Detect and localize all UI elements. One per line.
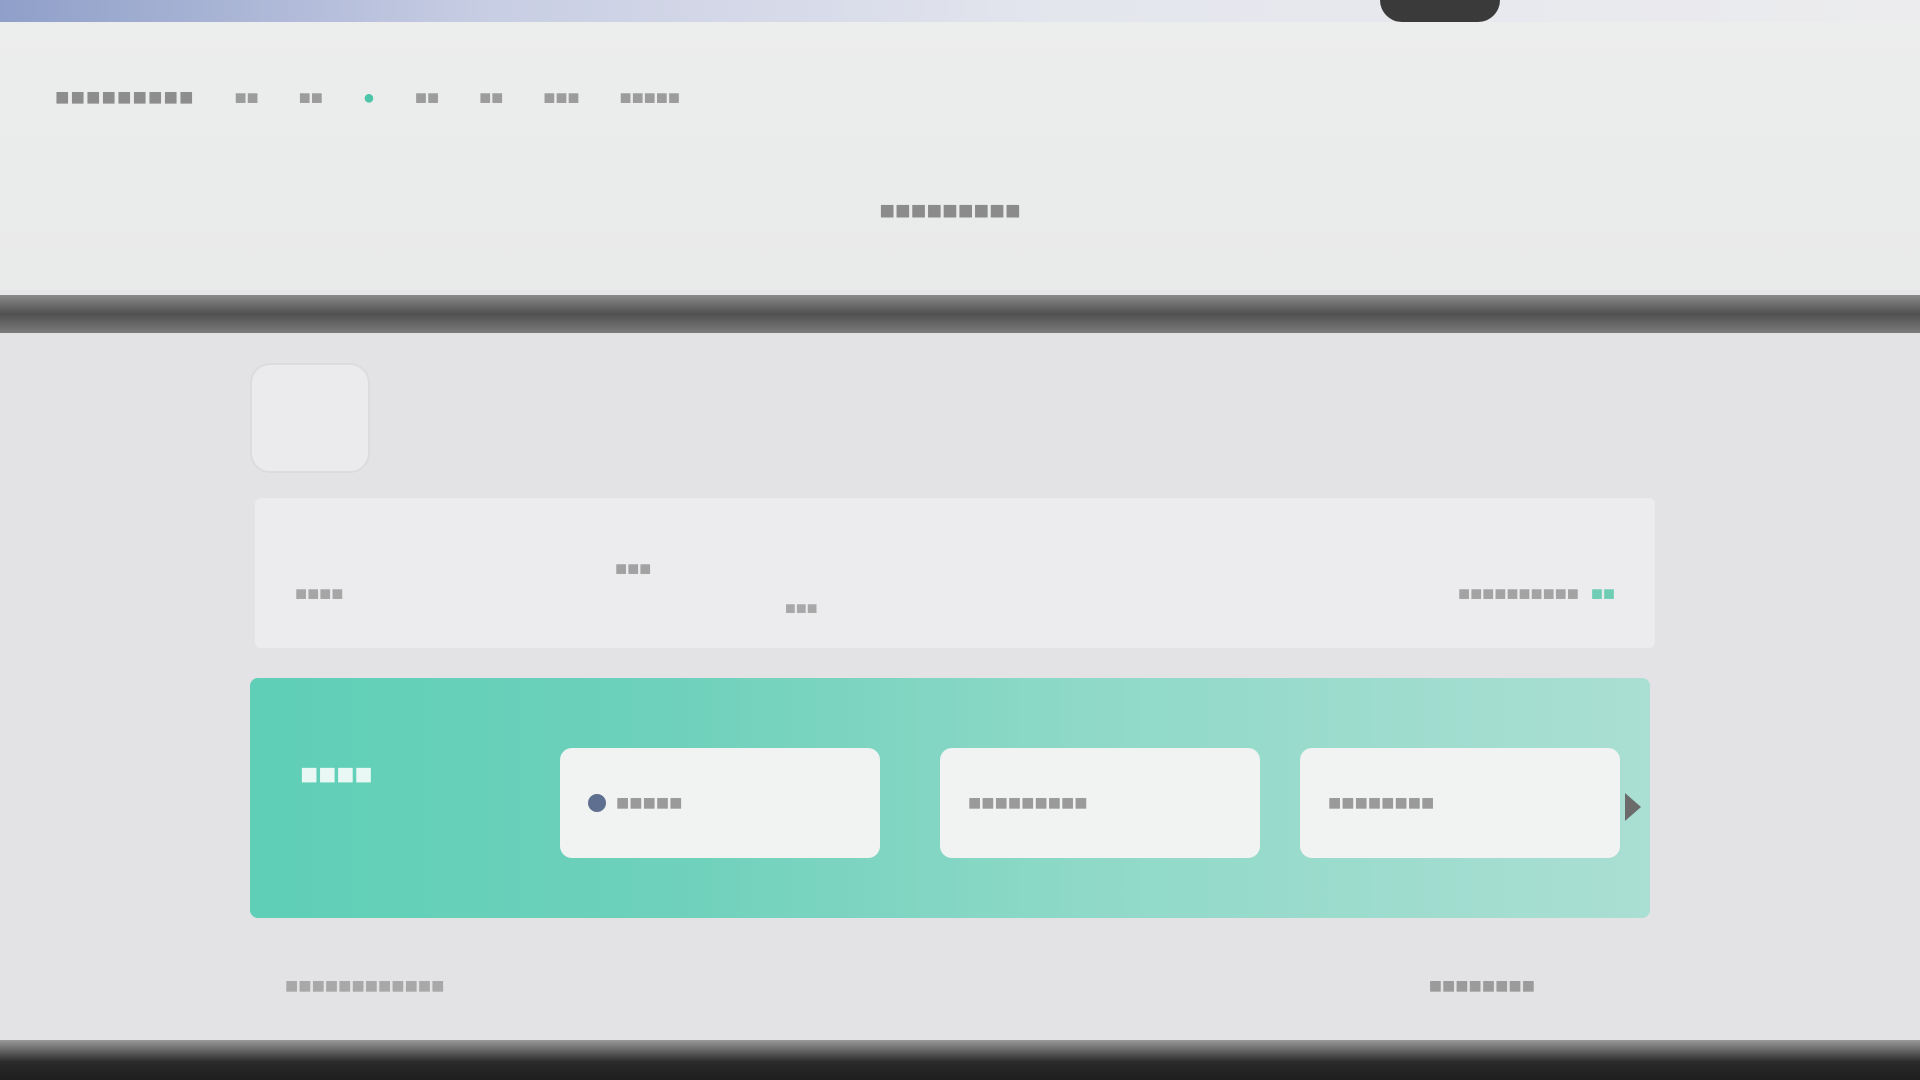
section-divider (0, 295, 1920, 333)
profile-header-card: ■■■■ ■■■ ■■■ ■■■■■■■■■■ ■■ (255, 498, 1655, 648)
nav-item-2[interactable]: ■■ (299, 87, 323, 110)
header-right-group: ■■■■■■■■■■ ■■ (1458, 583, 1615, 606)
nav-item-7[interactable]: ■■■■■ (620, 87, 680, 110)
search-field-1[interactable]: ■■■■■ (560, 748, 880, 858)
header-mid-text-2: ■■■ (785, 598, 818, 618)
top-navigation-bar: ■■■■■■■■■ ■■ ■■ ● ■■ ■■ ■■■ ■■■■■ ■■■■■■… (0, 0, 1920, 290)
search-field-1-text: ■■■■■ (616, 790, 683, 815)
search-field-3[interactable]: ■■■■■■■■ (1300, 748, 1620, 858)
search-field-3-text: ■■■■■■■■ (1328, 790, 1435, 815)
search-field-2[interactable]: ■■■■■■■■■ (940, 748, 1260, 858)
nav-item-1[interactable]: ■■ (234, 87, 258, 110)
page-subtitle: ■■■■■■■■■ (879, 195, 1021, 225)
location-pin-icon (588, 794, 606, 812)
search-strip: ■■■■ ■■■■■ ■■■■■■■■■ ■■■■■■■■ (250, 678, 1650, 918)
header-mid-text-1: ■■■ (615, 558, 652, 580)
chevron-right-icon[interactable] (1625, 793, 1641, 821)
bottom-left-text: ■■■■■■■■■■■■ (285, 973, 445, 998)
search-strip-title: ■■■■ (300, 758, 373, 791)
site-brand[interactable]: ■■■■■■■■■ (55, 84, 194, 112)
screen-bottom-bezel (0, 1040, 1920, 1080)
nav-item-active[interactable]: ● (363, 87, 375, 110)
device-notch (1380, 0, 1500, 22)
search-field-2-text: ■■■■■■■■■ (968, 790, 1088, 815)
window-accent-strip (0, 0, 1920, 22)
main-nav: ■■■■■■■■■ ■■ ■■ ● ■■ ■■ ■■■ ■■■■■ (55, 78, 680, 118)
header-right-link[interactable]: ■■ (1591, 583, 1615, 606)
nav-item-6[interactable]: ■■■ (543, 87, 579, 110)
nav-item-4[interactable]: ■■ (415, 87, 439, 110)
nav-item-5[interactable]: ■■ (479, 87, 503, 110)
header-left-text: ■■■■ (295, 583, 344, 605)
bottom-right-text: ■■■■■■■■ (1428, 973, 1535, 998)
screen: ■■■■■■■■■ ■■ ■■ ● ■■ ■■ ■■■ ■■■■■ ■■■■■■… (0, 0, 1920, 1080)
logo-icon (250, 363, 370, 473)
main-content: ■■■ ■ ■■■ ■■■ ■■■ ■■■■■■■ ■■ ■ ■■ ■ ■■■ ■■ ■■… (0, 333, 1920, 1040)
content-bottom-row: ■■■■■■■■■■■■ ■■■■■■■■ (285, 973, 1685, 1023)
header-right-text: ■■■■■■■■■■ (1458, 583, 1579, 605)
